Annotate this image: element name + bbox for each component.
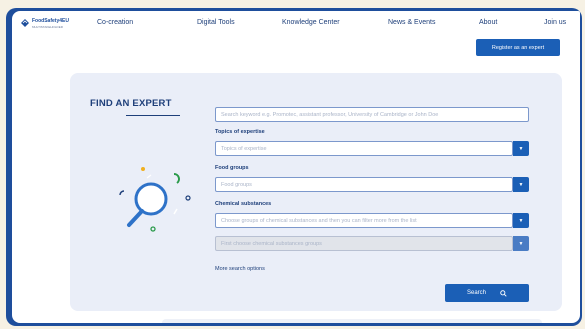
topics-placeholder: Topics of expertise: [221, 145, 267, 152]
magnifier-illustration: [119, 167, 191, 232]
nav-co-creation[interactable]: Co-creation: [97, 19, 133, 26]
search-icon: [500, 289, 507, 297]
nav-knowledge-center[interactable]: Knowledge Center: [282, 19, 340, 26]
topics-label: Topics of expertise: [215, 129, 265, 135]
nav-news-events[interactable]: News & Events: [388, 19, 435, 26]
food-groups-dropdown-button[interactable]: ▼: [513, 177, 529, 192]
nav-about[interactable]: About: [479, 19, 497, 26]
chemical-groups-dropdown-button[interactable]: ▼: [513, 213, 529, 228]
chemical-substances-label: Chemical substances: [215, 201, 272, 207]
food-groups-placeholder: Food groups: [221, 181, 252, 188]
find-expert-title: FIND AN EXPERT: [90, 98, 172, 109]
food-groups-label: Food groups: [215, 165, 249, 171]
chevron-down-icon: ▼: [518, 240, 524, 247]
chemical-substances-select[interactable]: First choose chemical substances groups: [215, 236, 513, 251]
topics-dropdown-button[interactable]: ▼: [513, 141, 529, 156]
brand-subtitle: MULTISTAKEHOLDER: [32, 25, 63, 29]
chevron-down-icon: ▼: [518, 145, 524, 152]
find-expert-panel: FIND AN EXPERT Search keyword e.g. Promo…: [70, 73, 562, 311]
chevron-down-icon: ▼: [518, 217, 524, 224]
search-button-label: Search: [466, 290, 486, 296]
nav-join-us[interactable]: Join us: [544, 19, 566, 26]
register-expert-button[interactable]: Register as an expert: [476, 39, 560, 56]
chevron-down-icon: ▼: [518, 181, 524, 188]
nav-digital-tools[interactable]: Digital Tools: [197, 19, 235, 26]
more-search-options-link[interactable]: More search options: [215, 266, 265, 272]
search-button[interactable]: Search: [445, 284, 529, 302]
topics-select[interactable]: Topics of expertise: [215, 141, 513, 156]
browser-screen: FoodSafety4EU MULTISTAKEHOLDER Co-creati…: [12, 11, 580, 323]
logo-icon: [21, 19, 29, 27]
keyword-placeholder: Search keyword e.g. Promotec, assistant …: [221, 111, 439, 118]
brand-logo[interactable]: FoodSafety4EU MULTISTAKEHOLDER: [20, 18, 69, 30]
food-groups-select[interactable]: Food groups: [215, 177, 513, 192]
keyword-search-input[interactable]: Search keyword e.g. Promotec, assistant …: [215, 107, 529, 122]
next-section-edge: [162, 319, 542, 323]
chemical-substances-dropdown-button[interactable]: ▼: [513, 236, 529, 251]
chemical-groups-select[interactable]: Choose groups of chemical substances and…: [215, 213, 513, 228]
top-navigation: FoodSafety4EU MULTISTAKEHOLDER Co-creati…: [12, 11, 580, 35]
chemical-groups-placeholder: Choose groups of chemical substances and…: [221, 217, 417, 224]
chemical-substances-placeholder: First choose chemical substances groups: [221, 240, 322, 247]
title-underline: [126, 115, 180, 116]
